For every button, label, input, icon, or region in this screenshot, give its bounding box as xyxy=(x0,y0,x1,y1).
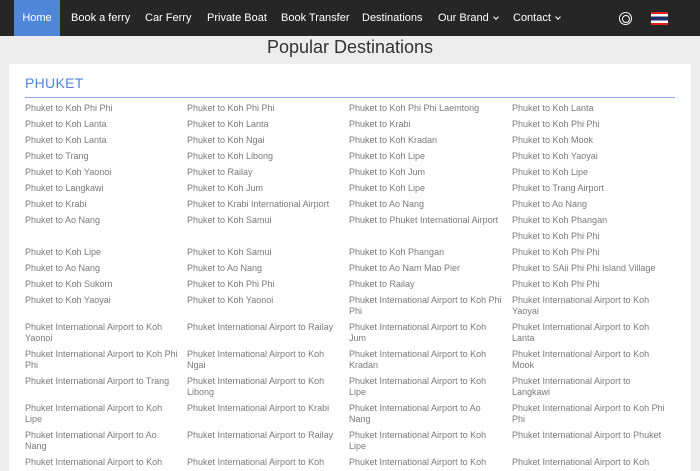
route-link[interactable]: Phuket to Koh Phi Phi xyxy=(512,119,667,135)
route-link[interactable]: Phuket to Ao Nang xyxy=(25,263,180,279)
route-link[interactable]: Phuket to Krabi xyxy=(349,119,504,135)
route-link[interactable]: Phuket to Railay xyxy=(187,167,342,183)
route-link[interactable]: Phuket to Krabi xyxy=(25,199,180,215)
route-link[interactable]: Phuket to Ao Nam Mao Pier xyxy=(349,263,504,279)
route-link[interactable]: Phuket to Koh Samui xyxy=(187,247,342,263)
route-link[interactable]: Phuket International Airport to Koh xyxy=(512,457,667,471)
route-link[interactable]: Phuket to Koh Lipe xyxy=(25,247,180,263)
route-link[interactable]: Phuket International Airport to Koh Libo… xyxy=(187,376,342,403)
route-link[interactable]: Phuket to Ao Nang xyxy=(25,215,180,247)
route-link[interactable]: Phuket International Airport to Ao Nang xyxy=(349,403,504,430)
destinations-panel: PHUKET Phuket to Koh Phi Phi Phuket to Ko… xyxy=(9,64,691,471)
nav-contact-label: Contact xyxy=(513,12,551,24)
route-link[interactable]: Phuket to Koh Lanta xyxy=(512,103,667,119)
route-link[interactable]: Phuket to Koh Phi Phi xyxy=(187,103,342,119)
route-link[interactable]: Phuket to Trang xyxy=(25,151,180,167)
route-link[interactable]: Phuket to Phuket International Airport xyxy=(349,215,504,247)
route-link[interactable]: Phuket to Koh Yaoyai xyxy=(512,151,667,167)
route-link[interactable]: Phuket to Koh Lanta xyxy=(25,119,180,135)
route-link[interactable]: Phuket to Koh Phi Phi xyxy=(512,279,667,295)
route-link[interactable]: Phuket to Koh Jum xyxy=(187,183,342,199)
route-link[interactable]: Phuket International Airport to Trang xyxy=(25,376,180,403)
route-column-2: Phuket to Koh Phi Phi Phuket to Koh Lanta… xyxy=(187,103,342,471)
route-link[interactable]: Phuket to Koh Phi Phi Laemtong xyxy=(349,103,504,119)
route-link[interactable]: Phuket to Krabi International Airport xyxy=(187,199,342,215)
route-link[interactable]: Phuket to Railay xyxy=(349,279,504,295)
route-link[interactable]: Phuket to Trang Airport xyxy=(512,183,667,199)
route-link[interactable]: Phuket to Koh Lipe xyxy=(512,167,667,183)
route-link[interactable]: Phuket to Koh Phi Phi xyxy=(187,279,342,295)
region-title: PHUKET xyxy=(25,75,84,91)
route-link[interactable]: Phuket to Koh Samui xyxy=(187,215,342,247)
route-link[interactable]: Phuket International Airport to Koh Yaon… xyxy=(25,322,180,349)
route-link[interactable]: Phuket to Koh Lipe xyxy=(349,183,504,199)
route-column-4: Phuket to Koh Lanta Phuket to Koh Phi Phi… xyxy=(512,103,667,471)
route-link[interactable]: Phuket to Koh Ngai xyxy=(187,135,342,151)
nav-private-boat[interactable]: Private Boat xyxy=(207,0,267,36)
route-link[interactable]: Phuket to Koh Lanta xyxy=(25,135,180,151)
route-link[interactable]: Phuket to Koh Phi Phi xyxy=(25,103,180,119)
route-link[interactable]: Phuket International Airport to Koh Krad… xyxy=(349,349,504,376)
top-navbar: Home Book a ferry Car Ferry Private Boat… xyxy=(0,0,700,36)
route-link[interactable]: Phuket to Koh Lanta xyxy=(187,119,342,135)
route-link[interactable]: Phuket International Airport to Ao Nang xyxy=(25,430,180,457)
route-link[interactable]: Phuket International Airport to Koh Yaoy… xyxy=(512,295,667,322)
route-link[interactable]: Phuket to Koh Phangan xyxy=(349,247,504,263)
route-column-1: Phuket to Koh Phi Phi Phuket to Koh Lanta… xyxy=(25,103,180,471)
route-link[interactable]: Phuket to Koh Lipe xyxy=(349,151,504,167)
route-link[interactable]: Phuket to Ao Nang xyxy=(512,199,667,215)
support-icon[interactable] xyxy=(619,12,632,25)
route-link[interactable]: Phuket to Koh Mook xyxy=(512,135,667,151)
route-link[interactable]: Phuket International Airport to Koh Jum xyxy=(349,322,504,349)
route-link[interactable]: Phuket International Airport to Koh Lipe xyxy=(349,376,504,403)
nav-home[interactable]: Home xyxy=(14,0,60,36)
route-link[interactable]: Phuket International Airport to Koh Lipe xyxy=(349,430,504,457)
route-column-3: Phuket to Koh Phi Phi Laemtong Phuket to … xyxy=(349,103,504,471)
route-link[interactable]: Phuket International Airport to Koh Mook xyxy=(512,349,667,376)
nav-our-brand[interactable]: Our Brand xyxy=(438,0,499,36)
route-link[interactable]: Phuket International Airport to Koh xyxy=(349,457,504,471)
route-link[interactable]: Phuket International Airport to Koh Ngai xyxy=(187,349,342,376)
route-link[interactable]: Phuket to Koh Yaonoi xyxy=(187,295,342,322)
route-link[interactable]: Phuket to Koh Yaoyai xyxy=(25,295,180,322)
nav-car-ferry[interactable]: Car Ferry xyxy=(145,0,191,36)
route-link[interactable]: Phuket to Koh Yaonoi xyxy=(25,167,180,183)
route-link[interactable]: Phuket International Airport to Koh Lipe xyxy=(25,403,180,430)
route-link[interactable]: Phuket International Airport to Langkawi xyxy=(512,376,667,403)
route-link[interactable]: Phuket International Airport to Koh Phi … xyxy=(25,349,180,376)
route-link[interactable]: Phuket International Airport to Railay xyxy=(187,430,342,457)
region-divider xyxy=(25,97,675,98)
chevron-down-icon xyxy=(492,14,499,20)
nav-book-transfer[interactable]: Book Transfer xyxy=(281,0,349,36)
route-link[interactable]: Phuket International Airport to Railay xyxy=(187,322,342,349)
route-link[interactable]: Phuket to Koh Sukorn xyxy=(25,279,180,295)
route-link[interactable]: Phuket to Koh Jum xyxy=(349,167,504,183)
nav-book-a-ferry[interactable]: Book a ferry xyxy=(71,0,130,36)
nav-our-brand-label: Our Brand xyxy=(438,12,489,24)
route-link[interactable]: Phuket to SAii Phi Phi Island Village xyxy=(512,263,667,279)
route-link[interactable]: Phuket International Airport to Phuket xyxy=(512,430,667,457)
route-link[interactable]: Phuket to Koh Libong xyxy=(187,151,342,167)
nav-destinations[interactable]: Destinations xyxy=(362,0,423,36)
route-link[interactable]: Phuket to Koh Phangan xyxy=(512,215,667,231)
thai-flag-icon[interactable] xyxy=(651,12,668,25)
route-link[interactable]: Phuket to Koh Phi Phi xyxy=(512,247,667,263)
route-link[interactable]: Phuket International Airport to Koh Lant… xyxy=(512,322,667,349)
route-link[interactable]: Phuket International Airport to Krabi xyxy=(187,403,342,430)
route-link[interactable]: Phuket International Airport to Koh Phi … xyxy=(512,403,667,430)
route-link[interactable]: Phuket International Airport to Koh xyxy=(187,457,342,471)
route-link[interactable]: Phuket to Ao Nang xyxy=(349,199,504,215)
route-link[interactable]: Phuket to Koh Kradan xyxy=(349,135,504,151)
route-link[interactable]: Phuket International Airport to Koh xyxy=(25,457,180,471)
route-link[interactable]: Phuket to Langkawi xyxy=(25,183,180,199)
chevron-down-icon xyxy=(555,14,561,20)
page-title: Popular Destinations xyxy=(266,37,434,57)
route-link[interactable]: Phuket to Koh Phi Phi xyxy=(512,231,667,247)
route-link[interactable]: Phuket International Airport to Koh Phi … xyxy=(349,295,504,322)
nav-contact[interactable]: Contact xyxy=(513,0,561,36)
route-link[interactable]: Phuket to Ao Nang xyxy=(187,263,342,279)
